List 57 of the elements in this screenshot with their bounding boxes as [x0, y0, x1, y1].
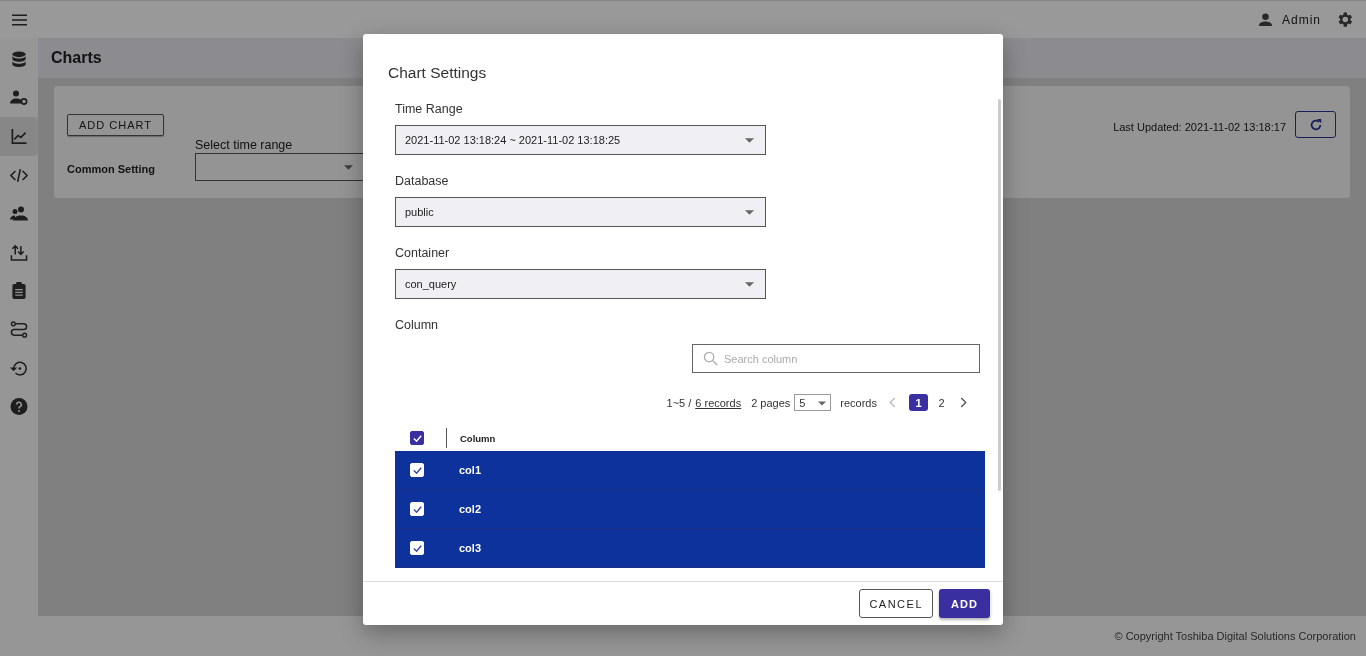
- code-icon: [10, 166, 28, 184]
- sidebar-item[interactable]: [0, 117, 38, 156]
- line-chart-icon: [10, 128, 28, 145]
- menu-icon[interactable]: [12, 13, 27, 26]
- table-cell-text: col2: [458, 503, 481, 515]
- field-label: Container: [395, 246, 451, 260]
- common-setting-label: Common Setting: [67, 163, 156, 175]
- cancel-button[interactable]: CANCEL: [859, 589, 933, 618]
- page-button[interactable]: 2: [932, 394, 951, 411]
- user-gear-icon: [10, 89, 28, 107]
- refresh-button[interactable]: [1295, 111, 1336, 138]
- select-field[interactable]: con_query: [395, 269, 766, 299]
- copyright-text: © Copyright Toshiba Digital Solutions Corporation: [1114, 630, 1356, 642]
- table-cell-text: col3: [458, 542, 481, 554]
- time-range-select[interactable]: [195, 153, 365, 181]
- users-icon: [10, 205, 28, 223]
- caret-icon: [344, 165, 353, 170]
- search-icon: [703, 351, 718, 366]
- records-label: records: [840, 396, 877, 409]
- field-label: Database: [395, 174, 450, 188]
- table-row[interactable]: col3: [395, 529, 985, 568]
- column-header: Column: [446, 428, 496, 448]
- page-button[interactable]: 1: [909, 394, 928, 411]
- caret-icon: [745, 210, 754, 215]
- page-size-select[interactable]: 5: [794, 394, 832, 411]
- scrollbar[interactable]: [998, 99, 1001, 491]
- restore-icon: [10, 359, 28, 377]
- clipboard-icon: [10, 282, 28, 300]
- database-icon: [10, 50, 28, 68]
- page-count-text: 2 pages: [751, 396, 791, 409]
- time-range-label: Select time range: [195, 138, 294, 152]
- caret-icon: [745, 138, 754, 143]
- add-button[interactable]: ADD: [939, 589, 990, 618]
- checkbox[interactable]: [410, 431, 424, 445]
- select-field[interactable]: public: [395, 197, 766, 227]
- upload-download-icon: [10, 243, 28, 261]
- dialog-title: Chart Settings: [387, 63, 488, 83]
- field-label: Time Range: [395, 102, 464, 116]
- refresh-icon: [1308, 117, 1323, 132]
- table-row[interactable]: col2: [395, 490, 985, 529]
- record-range-text: 1~5 /: [666, 396, 692, 409]
- route-icon: [10, 320, 28, 338]
- column-label: Column: [395, 318, 440, 332]
- select-field[interactable]: 2021-11-02 13:18:24 ~ 2021-11-02 13:18:25: [395, 125, 766, 155]
- table-row[interactable]: col1: [395, 451, 985, 490]
- add-chart-button[interactable]: ADD CHART: [67, 114, 164, 136]
- caret-icon: [818, 400, 827, 406]
- page-title: Charts: [51, 49, 102, 67]
- last-updated-text: Last Updated: 2021-11-02 13:18:17: [1113, 121, 1286, 133]
- user-icon: [1258, 12, 1273, 27]
- user-name[interactable]: Admin: [1282, 12, 1321, 27]
- table-cell-text: col1: [458, 464, 481, 476]
- search-field[interactable]: Search column: [692, 344, 980, 373]
- help-icon: [10, 398, 28, 416]
- caret-icon: [745, 282, 754, 287]
- chevron-right-icon[interactable]: [959, 397, 967, 408]
- records-link[interactable]: 6 records: [695, 396, 742, 409]
